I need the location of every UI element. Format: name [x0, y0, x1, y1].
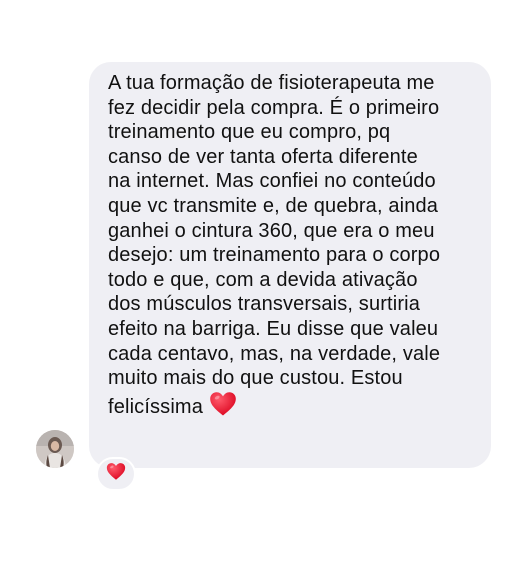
message-line: canso de ver tanta oferta diferente — [108, 145, 418, 168]
message-line: muito mais do que custou. Estou — [108, 367, 403, 390]
message-line-text: felicíssima — [108, 395, 203, 418]
heart-icon — [106, 462, 126, 486]
message-thread: A tua formação de fisioterapeuta me fez … — [0, 0, 525, 561]
message-line: dos músculos transversais, surtiria — [108, 293, 421, 316]
avatar-photo-icon — [36, 430, 74, 468]
message-line: que vc transmite e, de quebra, ainda — [108, 194, 439, 217]
heart-icon — [209, 391, 237, 424]
message-line: efeito na barriga. Eu disse que valeu — [108, 317, 439, 340]
message-bubble[interactable]: A tua formação de fisioterapeuta me fez … — [89, 62, 491, 468]
avatar[interactable] — [36, 430, 74, 468]
message-line: cada centavo, mas, na verdade, vale — [108, 342, 441, 365]
message-line-last: felicíssima — [108, 391, 477, 424]
message-line: todo e que, com a devida ativação — [108, 268, 418, 291]
message-line: na internet. Mas confiei no conteúdo — [108, 170, 436, 193]
message-line: ganhei o cintura 360, que era o meu — [108, 219, 435, 242]
message-line: treinamento que eu compro, pq — [108, 121, 391, 144]
message-line: fez decidir pela compra. É o primeiro — [108, 96, 440, 119]
message-line: desejo: um treinamento para o corpo — [108, 244, 441, 267]
message-line: A tua formação de fisioterapeuta me — [108, 72, 435, 94]
reaction-badge[interactable] — [96, 457, 136, 491]
